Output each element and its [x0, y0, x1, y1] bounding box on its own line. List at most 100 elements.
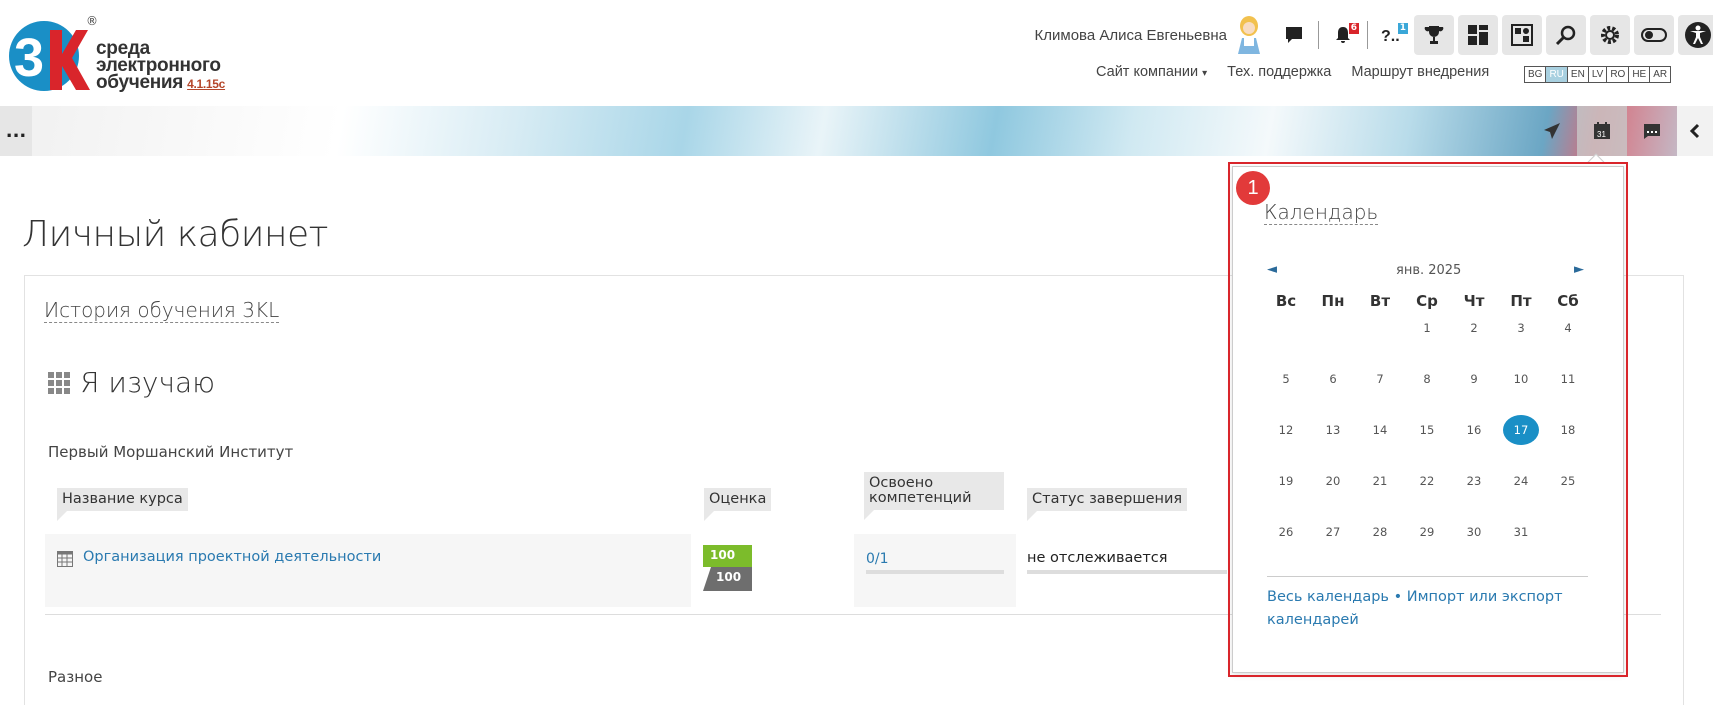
- svg-text:31: 31: [1597, 130, 1606, 139]
- lang-lv[interactable]: LV: [1588, 67, 1608, 82]
- calendar-day[interactable]: 14: [1362, 415, 1398, 445]
- banner: [0, 106, 1713, 156]
- user-name[interactable]: Климова Алиса Евгеньевна: [1035, 27, 1227, 44]
- calendar-day[interactable]: 22: [1409, 466, 1445, 496]
- calendar-button[interactable]: 31: [1577, 106, 1627, 156]
- prev-month-button[interactable]: ◄: [1267, 262, 1277, 277]
- logo-version[interactable]: 4.1.15c: [187, 77, 225, 91]
- calendar-day-today[interactable]: 17: [1503, 415, 1539, 445]
- weekday-header: Пт: [1510, 292, 1532, 310]
- dashboard-button[interactable]: [1458, 15, 1498, 55]
- course-link[interactable]: Организация проектной деятельности: [83, 549, 381, 565]
- calendar-day[interactable]: 9: [1456, 364, 1492, 394]
- calendar-day[interactable]: 31: [1503, 517, 1539, 547]
- competencies-link[interactable]: 0/1: [866, 551, 889, 567]
- support-link[interactable]: Тех. поддержка: [1227, 64, 1331, 80]
- grid-icon: [48, 371, 70, 394]
- collapse-panel-button[interactable]: [1677, 106, 1713, 156]
- calendar-day[interactable]: 26: [1268, 517, 1304, 547]
- divider: [1318, 21, 1319, 49]
- achievements-button[interactable]: [1414, 15, 1454, 55]
- company-site-link[interactable]: Сайт компании ▾: [1096, 64, 1207, 80]
- calendar-day[interactable]: 21: [1362, 466, 1398, 496]
- calendar-day[interactable]: 13: [1315, 415, 1351, 445]
- lang-en[interactable]: EN: [1567, 67, 1589, 82]
- messages-button[interactable]: [1276, 15, 1312, 55]
- roadmap-link[interactable]: Маршрут внедрения: [1351, 64, 1489, 80]
- send-button[interactable]: [1527, 106, 1577, 156]
- lang-ro[interactable]: RO: [1607, 67, 1630, 82]
- calendar-day[interactable]: 8: [1409, 364, 1445, 394]
- calendar-day[interactable]: 6: [1315, 364, 1351, 394]
- calendar-day[interactable]: 16: [1456, 415, 1492, 445]
- settings-button[interactable]: [1590, 15, 1630, 55]
- more-button[interactable]: ...: [0, 106, 32, 156]
- gear-icon: [1601, 26, 1619, 44]
- chat-panel-button[interactable]: [1627, 106, 1677, 156]
- calendar-day[interactable]: 11: [1550, 364, 1586, 394]
- calendar-day[interactable]: 10: [1503, 364, 1539, 394]
- accessibility-icon: [1685, 22, 1711, 48]
- calendar-day[interactable]: 19: [1268, 466, 1304, 496]
- calendar-day[interactable]: 25: [1550, 466, 1586, 496]
- calendar-day[interactable]: 5: [1268, 364, 1304, 394]
- search-icon: [1555, 25, 1576, 46]
- grade-value: 100: [703, 545, 752, 567]
- courses-icon: [1511, 24, 1533, 46]
- calendar-icon: 31: [1594, 122, 1610, 139]
- logo-text: среда электронного обучения 4.1.15c: [96, 38, 226, 93]
- calendar-day[interactable]: 18: [1550, 415, 1586, 445]
- misc-heading: Разное: [48, 668, 103, 686]
- next-month-button[interactable]: ►: [1574, 262, 1584, 277]
- notifications-button[interactable]: 6: [1325, 15, 1361, 55]
- search-button[interactable]: [1546, 15, 1586, 55]
- lang-ru[interactable]: RU: [1546, 67, 1568, 82]
- calendar-day[interactable]: 7: [1362, 364, 1398, 394]
- accessibility-button[interactable]: [1678, 15, 1713, 55]
- lang-he[interactable]: HE: [1629, 67, 1651, 82]
- chevron-down-icon: ▾: [1202, 68, 1208, 79]
- calendar-footer-links[interactable]: Весь календарь • Импорт или экспорт кале…: [1267, 586, 1567, 632]
- avatar[interactable]: [1232, 14, 1266, 54]
- theme-toggle-button[interactable]: [1634, 15, 1674, 55]
- calendar-day[interactable]: 2: [1456, 313, 1492, 343]
- logo-reg: ®: [86, 14, 98, 28]
- weekday-header: Вт: [1369, 292, 1391, 310]
- calendar-day[interactable]: 30: [1456, 517, 1492, 547]
- completion-status: не отслеживается: [1027, 550, 1168, 566]
- calendar-day[interactable]: 27: [1315, 517, 1351, 547]
- message-icon: [1644, 124, 1660, 139]
- calendar-day[interactable]: 12: [1268, 415, 1304, 445]
- lang-ar[interactable]: AR: [1650, 67, 1671, 82]
- banner-tools: 31: [1527, 106, 1713, 156]
- calendar-day[interactable]: 23: [1456, 466, 1492, 496]
- calendar-day[interactable]: 1: [1409, 313, 1445, 343]
- lang-bg[interactable]: BG: [1525, 67, 1547, 82]
- grade-max: 100: [703, 567, 752, 591]
- calendar-divider: [1267, 576, 1588, 577]
- chat-icon: [1286, 27, 1302, 43]
- column-course-name: Название курса: [57, 488, 188, 521]
- calendar-title[interactable]: Календарь: [1264, 200, 1379, 225]
- header: 3 ® среда электронного обучения 4.1.15c К…: [0, 0, 1713, 106]
- column-grade: Оценка: [704, 488, 772, 521]
- history-link[interactable]: История обучения 3KL: [44, 298, 280, 323]
- weekday-header: Ср: [1416, 292, 1438, 310]
- grade-badge: 100 100: [703, 545, 752, 591]
- weekday-header: Вс: [1275, 292, 1297, 310]
- calendar-day[interactable]: 29: [1409, 517, 1445, 547]
- calendar-day[interactable]: 24: [1503, 466, 1539, 496]
- questions-button[interactable]: ?.. 1: [1374, 15, 1410, 55]
- calendar-day[interactable]: 3: [1503, 313, 1539, 343]
- calendar-day[interactable]: 28: [1362, 517, 1398, 547]
- calendar-month: янв. 2025: [1396, 263, 1462, 278]
- calendar-day[interactable]: 4: [1550, 313, 1586, 343]
- calendar-day[interactable]: 20: [1315, 466, 1351, 496]
- page-title: Личный кабинет: [22, 214, 328, 255]
- courses-button[interactable]: [1502, 15, 1542, 55]
- trophy-icon: [1424, 26, 1444, 44]
- toggle-icon: [1641, 28, 1667, 42]
- calendar-day[interactable]: 15: [1409, 415, 1445, 445]
- studying-heading: Я изучаю: [48, 366, 215, 399]
- logo[interactable]: 3 ® среда электронного обучения 4.1.15c: [6, 12, 225, 98]
